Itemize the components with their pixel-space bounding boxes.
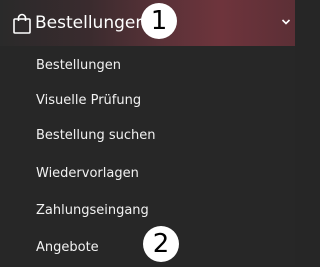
submenu-item-bestellungen[interactable]: Bestellungen [0, 48, 295, 85]
submenu-item-label: Wiedervorlagen [36, 166, 139, 181]
annotation-badge-1: 1 [141, 3, 177, 39]
submenu-item-label: Visuelle Prüfung [36, 93, 142, 108]
submenu-item-wiedervorlagen[interactable]: Wiedervorlagen [0, 156, 295, 193]
submenu-item-bestellung-suchen[interactable]: Bestellung suchen [0, 118, 295, 155]
submenu-item-label: Zahlungseingang [36, 203, 149, 218]
submenu-item-label: Angebote [36, 240, 99, 255]
submenu-item-visuelle-pruefung[interactable]: Visuelle Prüfung [0, 83, 295, 120]
menu-section-label: Bestellungen [35, 13, 147, 33]
shopping-bag-icon [13, 13, 31, 34]
submenu-item-label: Bestellungen [36, 58, 121, 73]
annotation-badge-2: 2 [143, 226, 179, 262]
submenu-item-label: Bestellung suchen [36, 128, 156, 143]
submenu-item-zahlungseingang[interactable]: Zahlungseingang [0, 193, 295, 230]
chevron-down-icon[interactable] [281, 18, 291, 26]
